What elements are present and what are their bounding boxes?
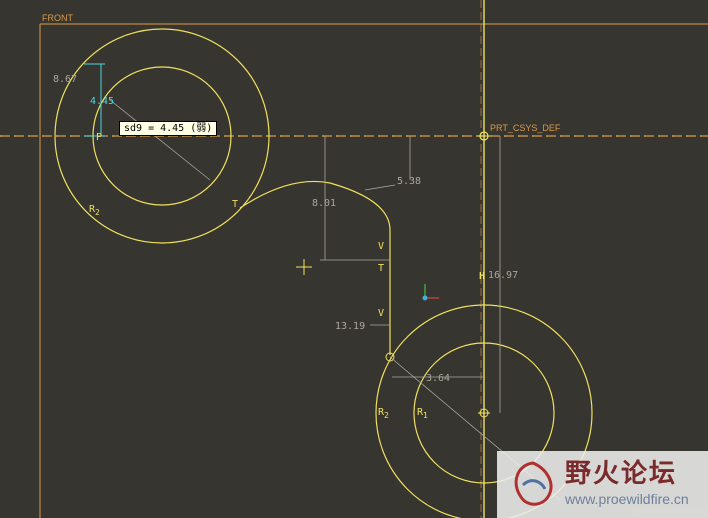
front-datum-label: FRONT [42, 13, 73, 23]
dim-weak-cyan[interactable]: 4.45 [90, 96, 114, 107]
r2-label: R2 [378, 407, 389, 420]
triad-origin-icon [422, 295, 428, 301]
dimension-tooltip: sd9 = 4.45 (弱) [119, 121, 218, 136]
sketch-graphics[interactable]: FRONT PRT_CSYS_DEF 8.67 4.45 8.01 5.38 1… [0, 0, 708, 518]
vertical-marker-lower: V [378, 308, 384, 319]
point-marker: P [96, 132, 102, 143]
dim-1697[interactable]: 16.97 [488, 270, 518, 281]
sketch-canvas[interactable]: FRONT PRT_CSYS_DEF 8.67 4.45 8.01 5.38 1… [0, 0, 708, 518]
vertical-marker-upper: V [378, 241, 384, 252]
r1-label: R1 [417, 407, 428, 420]
dim-801[interactable]: 8.01 [312, 198, 336, 209]
diameter-guide-top [109, 99, 211, 181]
dim-leader-538 [364, 184, 396, 191]
tangent-marker-upper: T [232, 199, 238, 210]
tangent-marker-mid: T [378, 263, 384, 274]
watermark-url: www.proewildfire.cn [565, 491, 689, 507]
horizontal-marker: H [479, 271, 485, 282]
csys-label: PRT_CSYS_DEF [490, 123, 561, 133]
dim-364[interactable]: 3.64 [426, 373, 450, 384]
dim-top-left[interactable]: 8.67 [53, 74, 77, 85]
watermark-site-name: 野火论坛 [565, 459, 678, 489]
dim-1319[interactable]: 13.19 [335, 321, 365, 332]
watermark-logo-icon [514, 461, 553, 506]
watermark: 野火论坛 www.proewildfire.cn [497, 451, 708, 518]
dim-538[interactable]: 5.38 [397, 176, 421, 187]
